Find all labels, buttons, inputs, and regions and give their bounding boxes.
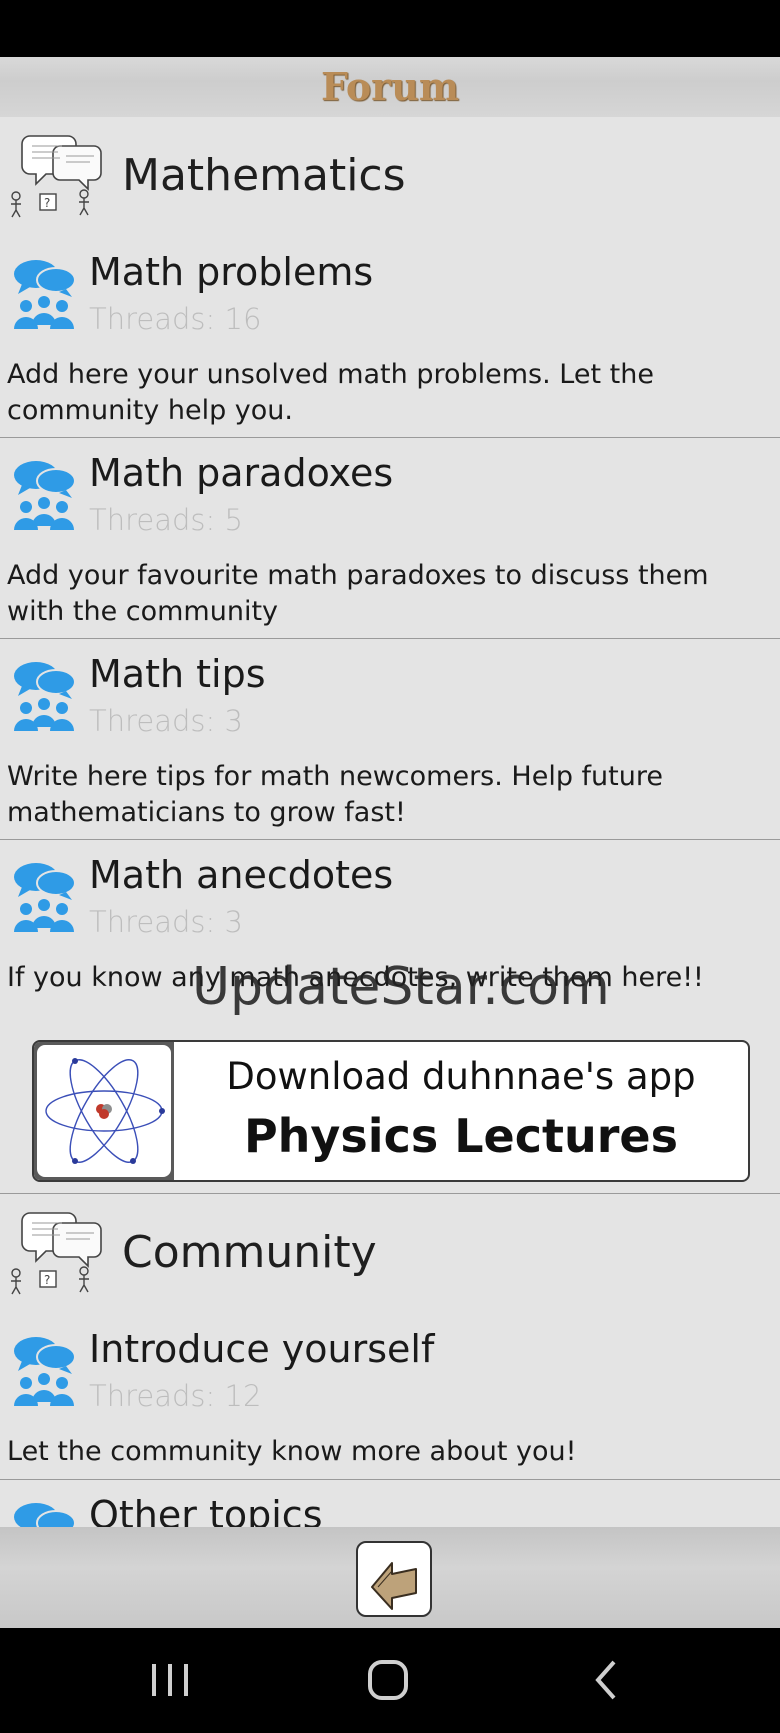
topic-title: Other topics bbox=[89, 1493, 323, 1527]
people-group-icon bbox=[14, 461, 76, 530]
ad-headline: Download duhnnae's app bbox=[226, 1055, 696, 1098]
people-group-icon bbox=[14, 1337, 76, 1406]
atom-icon bbox=[45, 1058, 165, 1164]
back-nav-icon[interactable] bbox=[576, 1650, 636, 1710]
topic-description: Add here your unsolved math problems. Le… bbox=[7, 359, 654, 426]
people-group-icon bbox=[14, 662, 76, 731]
page-title: Forum bbox=[320, 64, 460, 109]
ad-banner[interactable]: Download duhnnae's app Physics Lectures bbox=[32, 1040, 750, 1182]
divider bbox=[0, 437, 780, 438]
section-title: Mathematics bbox=[122, 150, 406, 201]
topic-thread-count: Threads: 3 bbox=[89, 704, 243, 738]
topic-thread-count: Threads: 3 bbox=[89, 905, 243, 939]
speech-bubbles-icon: ? bbox=[11, 135, 102, 218]
topic-description: Add your favourite math paradoxes to dis… bbox=[7, 560, 709, 627]
topic-introduce-yourself[interactable]: Introduce yourself Threads: 12 Let the c… bbox=[0, 1324, 780, 1484]
forum-list[interactable]: ? Mathematics Math problems Threads: 16 … bbox=[0, 117, 780, 1527]
section-header-mathematics: ? Mathematics bbox=[0, 130, 780, 224]
topic-other-topics[interactable]: Other topics bbox=[0, 1490, 780, 1527]
topic-title: Math tips bbox=[89, 652, 266, 696]
divider bbox=[0, 1193, 780, 1194]
topic-thread-count: Threads: 5 bbox=[89, 503, 243, 537]
topic-math-anecdotes[interactable]: Math anecdotes Threads: 3 If you know an… bbox=[0, 850, 780, 1010]
topic-description: Write here tips for math newcomers. Help… bbox=[7, 761, 663, 828]
system-nav-bar bbox=[0, 1628, 780, 1733]
topic-title: Math anecdotes bbox=[89, 853, 394, 897]
people-group-icon bbox=[14, 260, 76, 329]
section-title: Community bbox=[122, 1227, 377, 1278]
divider bbox=[0, 638, 780, 639]
section-header-community: ? Community bbox=[0, 1207, 780, 1301]
people-group-icon bbox=[14, 863, 76, 932]
svg-text:?: ? bbox=[44, 196, 50, 210]
bottom-toolbar bbox=[0, 1527, 780, 1628]
topic-math-problems[interactable]: Math problems Threads: 16 Add here your … bbox=[0, 247, 780, 437]
topic-thread-count: Threads: 16 bbox=[89, 302, 262, 336]
speech-bubbles-icon: ? bbox=[11, 1212, 102, 1295]
topic-title: Math problems bbox=[89, 250, 374, 294]
topic-math-tips[interactable]: Math tips Threads: 3 Write here tips for… bbox=[0, 649, 780, 839]
topic-math-paradoxes[interactable]: Math paradoxes Threads: 5 Add your favou… bbox=[0, 448, 780, 638]
title-bar: Forum bbox=[0, 57, 780, 117]
recent-apps-icon[interactable] bbox=[140, 1650, 200, 1710]
divider bbox=[0, 839, 780, 840]
topic-title: Introduce yourself bbox=[89, 1327, 435, 1371]
back-button[interactable] bbox=[356, 1541, 432, 1617]
topic-thread-count: Threads: 12 bbox=[89, 1379, 262, 1413]
status-bar bbox=[0, 0, 780, 57]
ad-app-name: Physics Lectures bbox=[243, 1109, 679, 1163]
home-icon[interactable] bbox=[358, 1650, 418, 1710]
svg-text:?: ? bbox=[44, 1273, 50, 1287]
topic-description: Let the community know more about you! bbox=[7, 1436, 577, 1467]
people-group-icon bbox=[14, 1503, 76, 1527]
divider bbox=[0, 1479, 780, 1480]
topic-description: If you know any math anecdotes, write th… bbox=[7, 962, 704, 993]
topic-title: Math paradoxes bbox=[89, 451, 394, 495]
atom-image bbox=[34, 1042, 174, 1180]
back-arrow-icon bbox=[371, 1562, 417, 1610]
